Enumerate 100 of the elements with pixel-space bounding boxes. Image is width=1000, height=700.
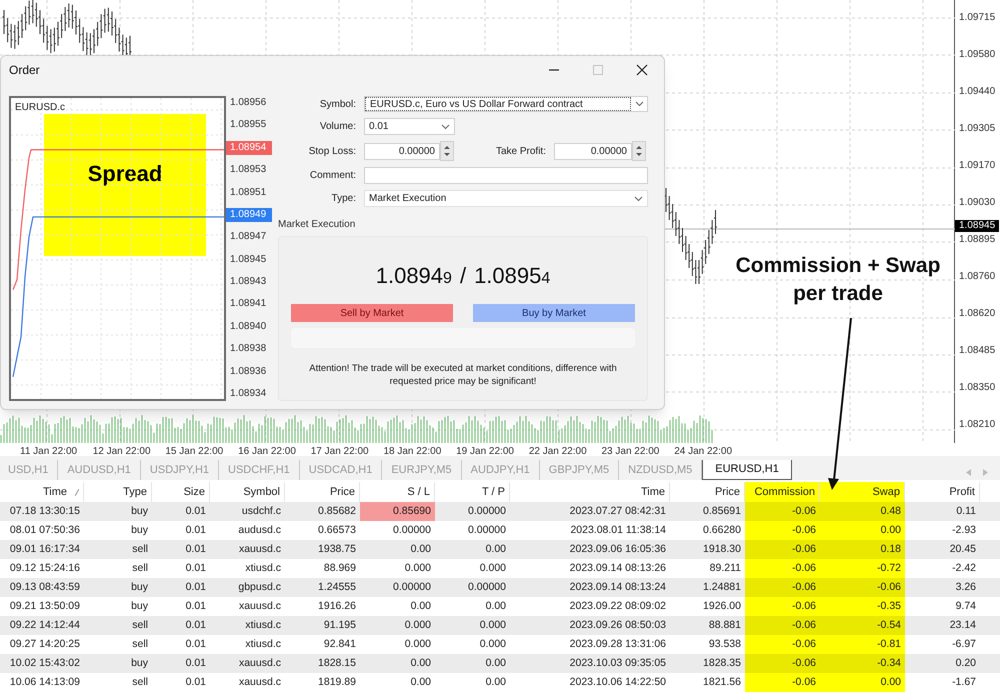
table-cell-text: 0.85691 bbox=[702, 504, 742, 519]
table-cell-text: buy bbox=[130, 598, 149, 614]
time-axis-label: 18 Jan 22:00 bbox=[383, 444, 442, 458]
table-cell-text: 0.66573 bbox=[317, 522, 357, 538]
table-cell-text: 2023.10.03 09:35:05 bbox=[568, 656, 667, 671]
table-cell-text: xauusd.c bbox=[238, 656, 282, 671]
column-header[interactable]: Commission bbox=[745, 482, 820, 502]
table-cell: -0.06 bbox=[745, 578, 820, 597]
table-cell-text: xtiusd.c bbox=[244, 636, 282, 652]
table-cell-text: 23.14 bbox=[948, 618, 977, 633]
table-cell-text: 0.01 bbox=[184, 522, 207, 538]
table-cell-text: 0.000 bbox=[404, 618, 432, 633]
table-cell: -0.34 bbox=[820, 654, 905, 673]
price-axis-label: 1.08941 bbox=[229, 297, 268, 312]
table-cell: 0.18 bbox=[820, 540, 905, 559]
table-cell: 0.48 bbox=[820, 502, 905, 521]
table-cell: -0.81 bbox=[820, 635, 905, 654]
table-cell-text: 0.01 bbox=[184, 598, 207, 614]
table-cell-text: -1.67 bbox=[951, 674, 977, 690]
column-header[interactable]: Swap bbox=[820, 482, 905, 502]
table-cell-text: 0.01 bbox=[184, 560, 207, 576]
price-axis-label: 1.09715 bbox=[958, 11, 996, 25]
bid-quote: 1.08949 bbox=[376, 262, 452, 290]
table-cell-text: 0.000 bbox=[478, 560, 507, 576]
table-cell-text: -6.97 bbox=[951, 636, 977, 652]
table-cell: 0.00 bbox=[820, 673, 905, 692]
scroll-left-icon[interactable] bbox=[966, 469, 971, 476]
table-cell: -0.06 bbox=[745, 616, 820, 635]
buy-button[interactable]: Buy by Market bbox=[473, 304, 635, 322]
table-cell-text: 0.00 bbox=[484, 542, 507, 557]
table-cell-text: 09.21 13:50:09 bbox=[8, 598, 81, 614]
section-label: Market Execution bbox=[278, 218, 356, 232]
spin-button[interactable] bbox=[632, 141, 646, 161]
current-price-tag: 1.08945 bbox=[955, 220, 1000, 232]
price-axis-label: 1.09170 bbox=[958, 159, 996, 173]
price-axis-label: 1.08760 bbox=[958, 270, 996, 284]
time-axis-label: 12 Jan 22:00 bbox=[92, 444, 152, 458]
table-cell-text: -2.42 bbox=[951, 560, 977, 576]
scroll-right-icon[interactable] bbox=[983, 469, 988, 476]
chart-tab[interactable]: EURUSD,H1 bbox=[702, 460, 792, 480]
chevron-down-icon bbox=[634, 101, 644, 107]
field-label: Symbol: bbox=[318, 98, 356, 112]
field-label: Comment: bbox=[308, 169, 356, 183]
quote-separator: / bbox=[460, 262, 466, 290]
table-cell-text: 1.24555 bbox=[317, 580, 357, 595]
table-cell-text: gbpusd.c bbox=[237, 580, 282, 595]
table-cell-text: audusd.c bbox=[237, 522, 282, 538]
table-cell-text: 2023.09.14 08:13:24 bbox=[568, 580, 667, 595]
table-cell-text: 0.00 bbox=[484, 598, 507, 614]
table-cell-text: 2023.08.01 11:38:14 bbox=[569, 522, 667, 538]
table-cell: -0.06 bbox=[820, 578, 905, 597]
spin-button[interactable] bbox=[440, 141, 454, 161]
time-axis-label: 23 Jan 22:00 bbox=[602, 444, 660, 458]
field-label: Volume: bbox=[318, 120, 356, 134]
table-cell-text: buy bbox=[130, 522, 149, 538]
type-dropdown[interactable]: Market Execution bbox=[364, 190, 648, 207]
stop-loss-field[interactable]: 0.00000 bbox=[364, 142, 440, 160]
price-axis-label: 1.08945 bbox=[229, 252, 268, 267]
table-cell: -0.72 bbox=[820, 559, 905, 578]
price-axis-label: 1.09305 bbox=[958, 122, 996, 136]
table-cell-text: 2023.09.22 08:09:02 bbox=[568, 598, 667, 614]
sort-icon bbox=[75, 488, 79, 496]
attention-notice: Attention! The trade will be executed at market conditions, difference with requested price may be significant! bbox=[308, 362, 618, 388]
table-cell-text: 1938.75 bbox=[317, 542, 357, 557]
table-cell-text: xtiusd.c bbox=[244, 618, 282, 633]
price-axis-label: 1.08943 bbox=[229, 275, 268, 289]
field-label: Type: bbox=[330, 192, 356, 206]
time-axis-label: 15 Jan 22:00 bbox=[165, 444, 224, 458]
price-axis-label: 1.08350 bbox=[958, 381, 996, 395]
ask-quote: 1.08954 bbox=[474, 262, 550, 290]
symbol-dropdown[interactable]: EURUSD.c, Euro vs US Dollar Forward contract bbox=[364, 96, 648, 112]
table-cell-text: 0.00 bbox=[484, 674, 507, 690]
chevron-down-icon bbox=[441, 124, 450, 130]
table-cell-text: sell bbox=[131, 618, 149, 633]
table-cell: -0.06 bbox=[745, 597, 820, 616]
price-axis-label: 1.08936 bbox=[229, 364, 268, 378]
table-cell-text: 0.00000 bbox=[392, 522, 432, 538]
table-cell-text: buy bbox=[130, 656, 149, 671]
table-cell-text: 10.06 14:13:09 bbox=[8, 674, 81, 690]
table-cell: -0.06 bbox=[745, 521, 820, 540]
table-cell: -0.35 bbox=[820, 597, 905, 616]
price-axis-label: 1.08485 bbox=[958, 344, 996, 358]
table-cell-text: 0.01 bbox=[184, 580, 207, 595]
spin-arrows-icon bbox=[635, 144, 643, 158]
take-profit-field[interactable]: 0.00000 bbox=[554, 142, 632, 160]
chart-symbol: EURUSD.c bbox=[15, 101, 66, 115]
table-cell-text: 0.000 bbox=[404, 636, 432, 652]
table-cell-text: 2023.10.06 14:22:50 bbox=[568, 674, 667, 690]
table-cell: -0.06 bbox=[745, 635, 820, 654]
table-cell-text: 1926.00 bbox=[702, 598, 742, 614]
volume-dropdown[interactable]: 0.01 bbox=[364, 118, 455, 135]
price-axis-label: 1.08210 bbox=[958, 418, 996, 432]
table-cell-text: 0.000 bbox=[478, 636, 507, 652]
minimize-icon bbox=[549, 69, 559, 71]
table-cell: -0.54 bbox=[820, 616, 905, 635]
table-cell-text: 1828.35 bbox=[702, 656, 742, 671]
table-cell: -0.06 bbox=[745, 540, 820, 559]
table-cell-text: 09.12 15:24:16 bbox=[8, 560, 81, 576]
comment-field[interactable] bbox=[364, 167, 648, 184]
sell-button[interactable]: Sell by Market bbox=[291, 304, 453, 322]
